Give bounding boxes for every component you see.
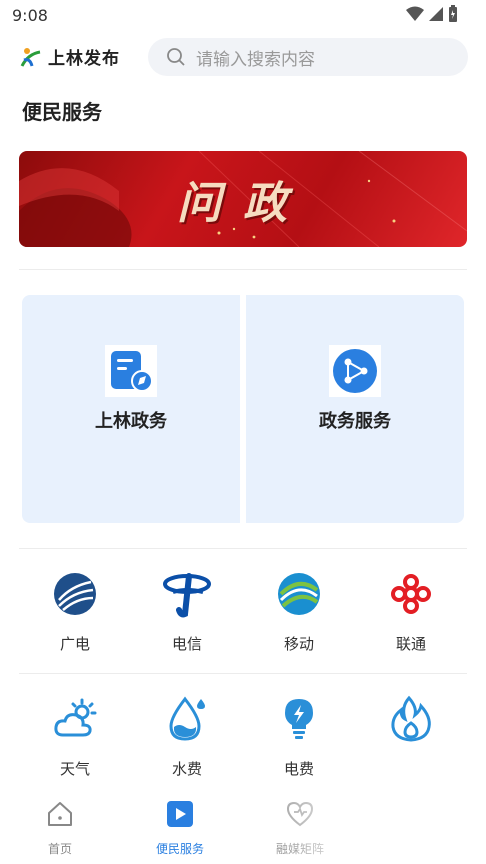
- card-label: 政务服务: [319, 411, 391, 432]
- grid-item-dianxin[interactable]: 电信: [131, 570, 243, 670]
- card-zhengwu-fuwu[interactable]: 政务服务: [246, 295, 464, 523]
- china-telecom-icon: [163, 573, 211, 618]
- tab-label: 首页: [47, 842, 72, 856]
- status-icons: [406, 5, 458, 23]
- grid-label: 水费: [171, 760, 202, 778]
- gas-flame-icon: [391, 695, 431, 742]
- home-icon: [48, 802, 72, 826]
- tab-label: 便民服务: [155, 842, 204, 856]
- logo-icon: [20, 47, 41, 67]
- divider: [19, 269, 467, 270]
- page-title: 便民服务: [22, 100, 102, 124]
- brand-logo[interactable]: 上林发布: [20, 44, 120, 69]
- grid-label: 电信: [171, 635, 202, 653]
- battery-icon: [449, 5, 457, 22]
- signal-icon: [429, 7, 443, 21]
- header: 上林发布 请输入搜索内容: [0, 36, 486, 80]
- water-drop-icon: [169, 696, 205, 741]
- tab-bar-fade-overlay: [266, 796, 486, 864]
- service-grid-row: 天气 水费 电费: [19, 695, 467, 795]
- divider: [19, 548, 467, 549]
- grid-item-shuifei[interactable]: 水费: [131, 695, 243, 795]
- play-icon: [167, 801, 193, 827]
- grid-label: 广电: [59, 635, 90, 653]
- grid-item-guangdian[interactable]: 广电: [19, 570, 131, 670]
- brand-name: 上林发布: [48, 49, 120, 69]
- china-mobile-icon: [278, 573, 320, 615]
- grid-label: 电费: [283, 760, 314, 778]
- status-time: 9:08: [12, 6, 48, 25]
- weather-icon: [54, 698, 97, 737]
- service-grid-row: 广电 电信 移动 联通: [19, 570, 467, 670]
- tab-home[interactable]: 首页: [0, 796, 120, 864]
- grid-label: 天气: [59, 760, 90, 778]
- grid-label: 移动: [283, 635, 314, 653]
- search-input[interactable]: 请输入搜索内容: [148, 38, 468, 76]
- tab-convenience-service[interactable]: 便民服务: [120, 796, 240, 864]
- grid-item-tianqi[interactable]: 天气: [19, 695, 131, 795]
- search-placeholder: 请输入搜索内容: [196, 49, 315, 70]
- banner-title: 问政: [177, 178, 309, 229]
- grid-label: 联通: [395, 635, 426, 653]
- share-network-icon: [329, 345, 381, 397]
- china-unicom-icon: [391, 574, 431, 614]
- card-shanglin-zhengwu[interactable]: 上林政务: [22, 295, 240, 523]
- grid-item-dianfei[interactable]: 电费: [243, 695, 355, 795]
- divider: [19, 673, 467, 674]
- wenzheng-banner[interactable]: 问政: [19, 151, 467, 247]
- status-bar: 9:08: [0, 0, 486, 30]
- document-compass-icon: [105, 345, 157, 397]
- wifi-icon: [406, 6, 424, 21]
- grid-item-yidong[interactable]: 移动: [243, 570, 355, 670]
- grid-item-liantong[interactable]: 联通: [355, 570, 467, 670]
- broadcast-tv-icon: [54, 573, 96, 615]
- search-icon: [167, 48, 185, 66]
- electricity-icon: [285, 699, 313, 739]
- card-label: 上林政务: [95, 411, 167, 432]
- grid-item-ranqi[interactable]: [355, 695, 467, 795]
- service-cards: 上林政务 政务服务: [22, 295, 464, 523]
